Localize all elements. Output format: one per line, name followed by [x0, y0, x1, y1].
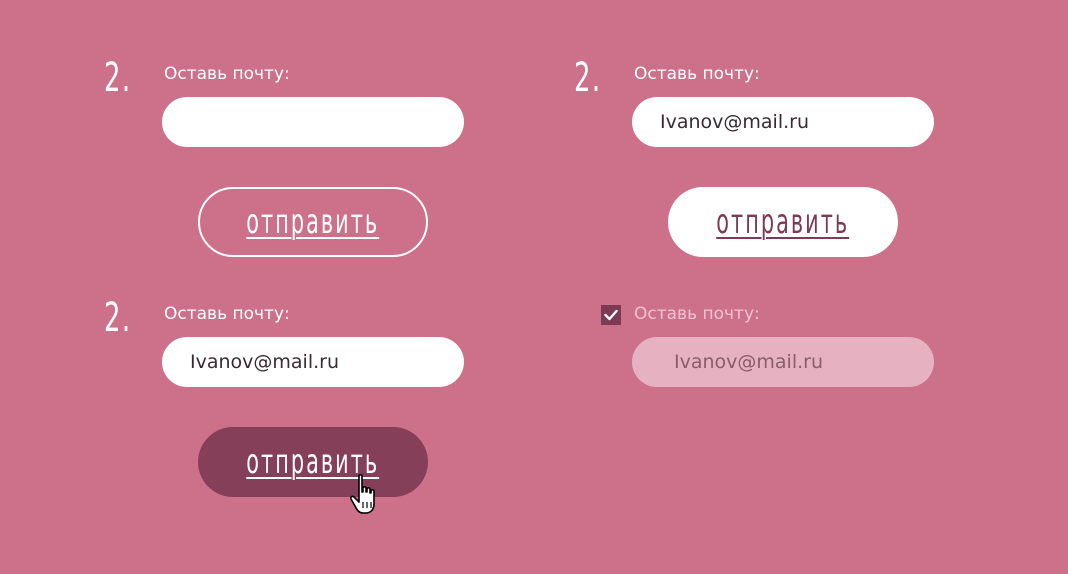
step-number: 2.	[104, 295, 132, 341]
form-state-pressed: 2. Оставь почту: Ivanov@mail.ru отправит…	[0, 240, 470, 514]
step-number: 2.	[574, 55, 602, 101]
email-label: Оставь почту:	[634, 304, 760, 324]
submit-button-label: отправить	[246, 202, 380, 242]
email-label: Оставь почту:	[164, 64, 290, 84]
email-value: Ivanov@mail.ru	[674, 351, 824, 373]
form-state-filled: 2. Оставь почту: Ivanov@mail.ru отправит…	[470, 0, 940, 257]
checkmark-icon	[601, 305, 621, 325]
email-field[interactable]: Ivanov@mail.ru	[632, 97, 934, 147]
email-value: Ivanov@mail.ru	[660, 111, 810, 133]
submit-button[interactable]: отправить	[198, 427, 428, 497]
email-field[interactable]: Ivanov@mail.ru	[162, 337, 464, 387]
email-label: Оставь почту:	[634, 64, 760, 84]
email-label: Оставь почту:	[164, 304, 290, 324]
email-field[interactable]	[162, 97, 464, 147]
submit-button-label: отправить	[716, 202, 850, 242]
hand-pointer-cursor-icon	[350, 474, 375, 514]
form-state-submitted: Оставь почту: Ivanov@mail.ru	[470, 240, 940, 480]
form-state-default: 2. Оставь почту: отправить	[0, 0, 470, 257]
email-value: Ivanov@mail.ru	[190, 351, 340, 373]
email-field-disabled: Ivanov@mail.ru	[632, 337, 934, 387]
step-number: 2.	[104, 55, 132, 101]
